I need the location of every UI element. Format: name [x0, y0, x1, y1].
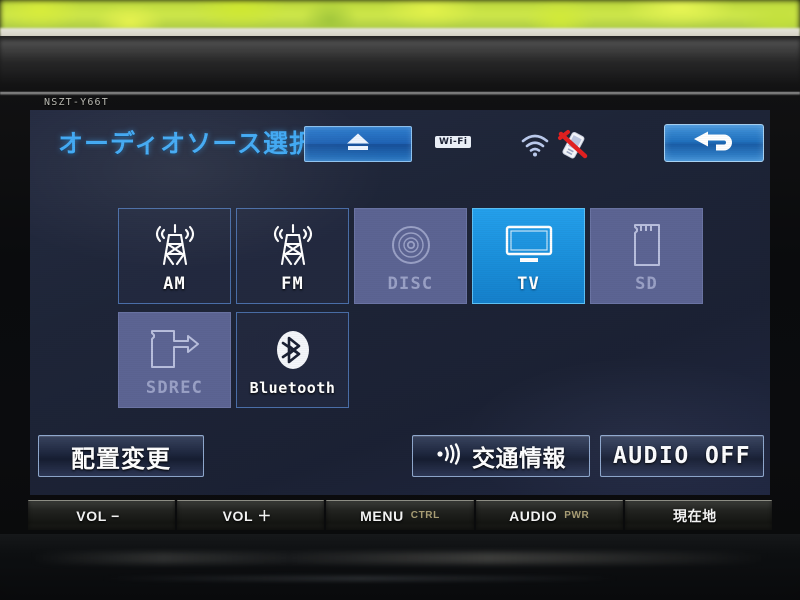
key-volume-down[interactable]: VOL −: [28, 500, 176, 530]
wifi-signal-icon: [519, 132, 551, 163]
dashboard-photo: NSZT-Y66T オーディオソース選択 AM FM DISC TV SD SD…: [0, 0, 800, 600]
source-tile-tv[interactable]: TV: [472, 208, 585, 304]
source-tile-disc[interactable]: DISC: [354, 208, 467, 304]
source-tile-bluetooth[interactable]: Bluetooth: [236, 312, 349, 408]
source-label: Bluetooth: [249, 379, 336, 397]
source-label: AM: [163, 274, 186, 294]
source-label: SDREC: [145, 378, 204, 398]
source-tile-am[interactable]: AM: [118, 208, 231, 304]
speaker-wave-icon: [436, 442, 464, 470]
eject-icon: [341, 130, 375, 159]
traffic-info-button[interactable]: 交通情報: [412, 435, 590, 477]
source-tile-sdrec[interactable]: SDREC: [118, 312, 231, 408]
tv-icon: [502, 218, 556, 272]
rearrange-button[interactable]: 配置変更: [38, 435, 204, 477]
source-label: SD: [635, 274, 658, 294]
eject-button[interactable]: [304, 126, 412, 162]
lcd-screen[interactable]: オーディオソース選択 AM FM DISC TV SD SDREC Blueto…: [30, 110, 770, 495]
key-label: 現在地: [673, 507, 717, 524]
lower-gloss-panel: [0, 534, 800, 600]
key-audio[interactable]: AUDIO PWR: [475, 500, 623, 530]
key-label: VOL −: [76, 507, 120, 524]
sd-card-icon: [627, 218, 667, 272]
disc-icon: [387, 218, 435, 272]
source-tile-fm[interactable]: FM: [236, 208, 349, 304]
radio-tower-icon: [151, 218, 199, 272]
key-volume-up[interactable]: VOL ＋: [177, 500, 325, 530]
key-menu[interactable]: MENU CTRL: [326, 500, 474, 530]
key-label: AUDIO: [509, 507, 558, 524]
source-label: DISC: [387, 274, 434, 294]
traffic-info-label: 交通情報: [472, 445, 566, 471]
key-sublabel: PWR: [564, 510, 590, 521]
phone-disconnected-icon: [556, 128, 590, 167]
audio-off-button[interactable]: AUDIO OFF: [600, 435, 764, 477]
key-label: VOL ＋: [222, 507, 273, 524]
source-label: FM: [281, 274, 304, 294]
source-label: TV: [517, 274, 540, 294]
back-arrow-icon: [686, 126, 742, 161]
back-button[interactable]: [664, 124, 764, 162]
rearrange-label: 配置変更: [71, 445, 171, 473]
wifi-badge: Wi-Fi: [435, 136, 472, 148]
key-label: MENU: [360, 507, 404, 524]
model-badge: NSZT-Y66T: [44, 97, 109, 108]
key-sublabel: CTRL: [410, 510, 440, 521]
panel-reflection-b: [100, 576, 620, 581]
key-current-location[interactable]: 現在地: [624, 500, 773, 530]
screen-header: オーディオソース選択: [30, 110, 770, 172]
bluetooth-icon: [271, 323, 315, 377]
page-title: オーディオソース選択: [58, 130, 316, 158]
panel-reflection-a: [30, 552, 770, 564]
radio-tower-icon: [269, 218, 317, 272]
hard-key-bar: VOL − VOL ＋ MENU CTRL AUDIO PWR 現在地: [28, 500, 773, 530]
audio-off-label: AUDIO OFF: [612, 443, 752, 469]
bezel-gloss-highlight: [0, 40, 800, 86]
sd-record-icon: [144, 322, 206, 376]
source-tile-sd[interactable]: SD: [590, 208, 703, 304]
chrome-trim-line: [0, 92, 800, 95]
